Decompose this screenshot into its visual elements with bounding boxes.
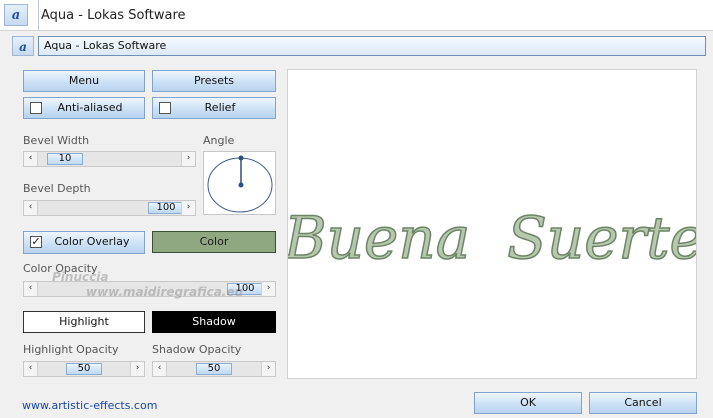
relief-label: Relief: [204, 101, 236, 114]
watermark-url: www.maidiregrafica.eu: [86, 285, 244, 299]
highlight-opacity-thumb[interactable]: 50: [66, 363, 102, 375]
bevel-width-label: Bevel Width: [23, 134, 90, 147]
color-opacity-increase-icon[interactable]: ›: [261, 282, 275, 296]
shadow-opacity-thumb[interactable]: 50: [196, 363, 232, 375]
highlight-opacity-decrease-icon[interactable]: ‹: [24, 362, 38, 376]
bevel-width-slider[interactable]: ‹ 10 ›: [23, 151, 196, 167]
bevel-depth-decrease-icon[interactable]: ‹: [24, 201, 38, 215]
app-header: a Aqua - Lokas Software: [10, 34, 708, 58]
presets-button[interactable]: Presets: [152, 70, 276, 92]
preview-text: Buena Suerte: [288, 204, 696, 272]
relief-toggle[interactable]: Relief: [152, 97, 276, 119]
preview-canvas: Buena Suerte: [282, 69, 705, 379]
shadow-opacity-label: Shadow Opacity: [152, 343, 242, 356]
website-link[interactable]: www.artistic-effects.com: [22, 399, 157, 412]
color-overlay-toggle[interactable]: ✓ Color Overlay: [23, 231, 145, 254]
app-logo-icon: a: [4, 4, 28, 26]
bevel-width-increase-icon[interactable]: ›: [181, 152, 195, 166]
preview-text-graphic: Buena Suerte: [282, 203, 704, 273]
highlight-color-button[interactable]: Highlight: [23, 311, 145, 333]
bevel-depth-slider[interactable]: ‹ 100 ›: [23, 200, 196, 216]
shadow-opacity-decrease-icon[interactable]: ‹: [153, 362, 167, 376]
bevel-depth-thumb[interactable]: 100: [148, 202, 184, 214]
angle-dial-graphic: [207, 155, 273, 213]
anti-aliased-toggle[interactable]: Anti-aliased: [23, 97, 145, 119]
bevel-width-decrease-icon[interactable]: ‹: [24, 152, 38, 166]
anti-aliased-label: Anti-aliased: [57, 101, 123, 114]
shadow-opacity-increase-icon[interactable]: ›: [261, 362, 275, 376]
plugin-logo-icon: a: [12, 36, 34, 56]
color-opacity-decrease-icon[interactable]: ‹: [24, 282, 38, 296]
menu-button[interactable]: Menu: [23, 70, 145, 92]
bevel-depth-increase-icon[interactable]: ›: [181, 201, 195, 215]
highlight-opacity-slider[interactable]: ‹ 50 ›: [23, 361, 145, 377]
bevel-width-thumb[interactable]: 10: [47, 153, 83, 165]
shadow-opacity-slider[interactable]: ‹ 50 ›: [152, 361, 276, 377]
title-bar: a Aqua - Lokas Software: [0, 0, 713, 31]
angle-dial[interactable]: [203, 151, 276, 215]
highlight-opacity-increase-icon[interactable]: ›: [130, 362, 144, 376]
color-swatch-button[interactable]: Color: [152, 231, 276, 253]
window-title: Aqua - Lokas Software: [38, 0, 186, 30]
cancel-button[interactable]: Cancel: [589, 392, 697, 414]
watermark-name: Pinuccia: [52, 270, 109, 284]
color-overlay-label: Color Overlay: [54, 235, 130, 248]
app-name-bar: Aqua - Lokas Software: [38, 36, 706, 56]
shadow-color-button[interactable]: Shadow: [152, 311, 276, 333]
ok-button[interactable]: OK: [474, 392, 582, 414]
highlight-opacity-label: Highlight Opacity: [23, 343, 119, 356]
bevel-depth-label: Bevel Depth: [23, 182, 91, 195]
angle-label: Angle: [203, 134, 235, 147]
